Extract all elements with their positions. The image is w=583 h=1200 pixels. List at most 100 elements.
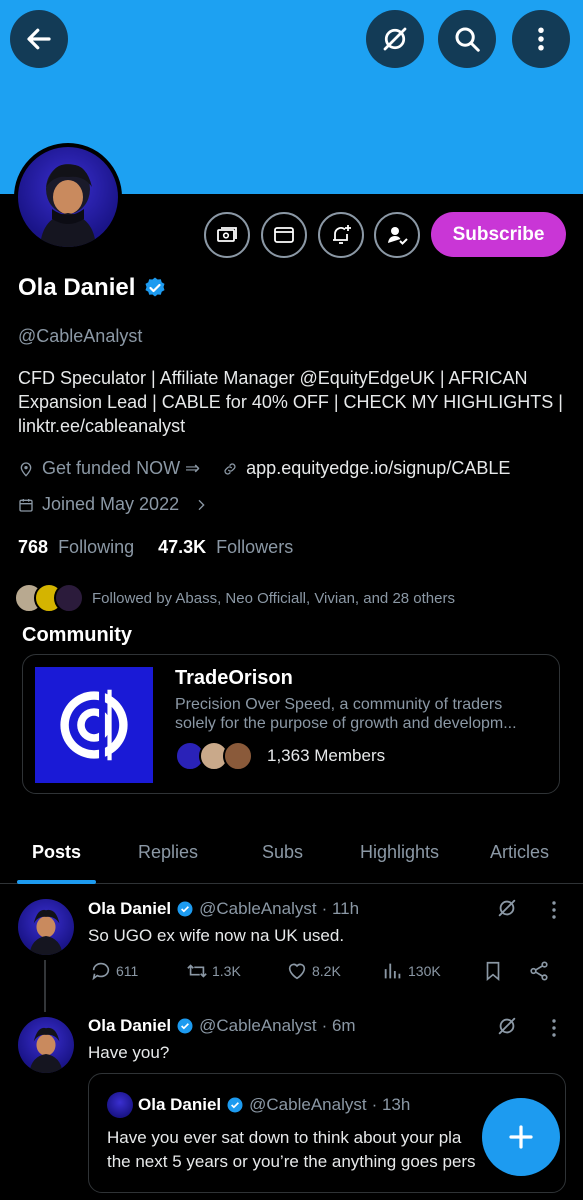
bookmark-button[interactable] — [482, 960, 504, 982]
repost-button[interactable]: 1.3K — [186, 960, 241, 982]
following-count: 768 — [18, 537, 49, 557]
post-author-handle[interactable]: @CableAnalyst — [199, 1016, 316, 1036]
avatar — [54, 583, 84, 613]
more-vertical-icon[interactable] — [551, 1018, 557, 1038]
profile-location: Get funded NOW ⇒ — [42, 458, 201, 478]
verified-badge-icon — [177, 901, 193, 917]
profile-joined: Joined May 2022 — [42, 494, 180, 514]
following-link[interactable]: 768 Following — [18, 537, 134, 558]
back-button[interactable] — [10, 10, 68, 68]
user-check-icon — [388, 227, 408, 245]
profile-website-link[interactable]: app.equityedge.io/signup/CABLE — [246, 458, 510, 479]
share-button[interactable] — [528, 960, 550, 982]
profile-joined-row[interactable]: Joined May 2022 — [18, 494, 209, 515]
following-status-button[interactable] — [374, 212, 420, 258]
views-icon — [384, 963, 401, 979]
avatar-illustration — [29, 1027, 63, 1073]
verified-badge-icon — [177, 1018, 193, 1034]
followers-link[interactable]: 47.3K Followers — [158, 537, 293, 558]
tab-posts[interactable]: Posts — [32, 842, 81, 863]
post-author-name[interactable]: Ola Daniel — [88, 899, 171, 919]
arrow-left-icon — [27, 28, 51, 50]
reply-count: 611 — [116, 963, 139, 979]
followers-count: 47.3K — [158, 537, 207, 557]
message-button[interactable] — [261, 212, 307, 258]
plus-icon — [509, 1125, 533, 1149]
post-header: Ola Daniel @CableAnalyst · 11h — [88, 899, 359, 919]
profile-tabs: Posts Replies Subs Highlights Articles — [0, 830, 583, 884]
quoted-post-header: Ola Daniel @CableAnalyst · 13h — [107, 1092, 410, 1118]
calendar-icon — [19, 498, 33, 512]
avatar — [107, 1092, 133, 1118]
money-icon — [217, 227, 237, 242]
like-count: 8.2K — [312, 963, 341, 979]
notifications-button[interactable] — [318, 212, 364, 258]
views-button[interactable]: 130K — [382, 960, 441, 982]
more-options-button[interactable] — [512, 10, 570, 68]
active-tab-indicator — [17, 880, 96, 884]
more-vertical-icon[interactable] — [551, 900, 557, 920]
share-icon — [530, 961, 548, 981]
quoted-post-time: · 13h — [371, 1095, 411, 1114]
community-members-row: 1,363 Members — [175, 741, 385, 771]
tab-replies[interactable]: Replies — [138, 842, 198, 863]
profile-avatar[interactable] — [14, 143, 122, 251]
bookmark-icon — [486, 961, 500, 982]
tab-highlights[interactable]: Highlights — [360, 842, 439, 863]
community-name: TradeOrison — [175, 667, 293, 689]
repost-icon — [187, 964, 207, 978]
follow-stats: 768 Following 47.3K Followers — [18, 537, 293, 558]
mail-icon — [274, 227, 294, 243]
post-text: Have you? — [88, 1043, 170, 1062]
profile-name: Ola Daniel — [18, 274, 136, 301]
heart-icon — [288, 963, 306, 980]
followed-by-row[interactable]: Followed by Abass, Neo Officiall, Vivian… — [14, 583, 455, 613]
post-time: · 11h — [321, 899, 360, 918]
reply-button[interactable]: 611 — [90, 960, 138, 982]
quoted-author-name: Ola Daniel — [138, 1095, 222, 1114]
grok-icon — [383, 27, 407, 51]
community-members-count: 1,363 Members — [267, 746, 386, 765]
post-avatar[interactable] — [18, 1017, 74, 1073]
profile-meta-row: Get funded NOW ⇒ app.equityedge.io/signu… — [18, 458, 510, 479]
search-button[interactable] — [438, 10, 496, 68]
tab-subs[interactable]: Subs — [262, 842, 303, 863]
post-time: · 6m — [321, 1016, 356, 1035]
community-description: Precision Over Speed, a community of tra… — [175, 696, 517, 732]
community-section-title: Community — [22, 624, 132, 646]
like-button[interactable]: 8.2K — [286, 960, 341, 982]
following-label: Following — [58, 537, 135, 557]
tab-articles[interactable]: Articles — [490, 842, 549, 863]
subscribe-button[interactable]: Subscribe — [431, 212, 566, 257]
tip-button[interactable] — [204, 212, 250, 258]
chevron-right-icon — [198, 499, 205, 510]
grok-icon[interactable] — [496, 897, 518, 919]
post-avatar[interactable] — [18, 899, 74, 955]
followed-by-text: Followed by Abass, Neo Officiall, Vivian… — [92, 589, 455, 607]
more-vertical-icon — [538, 27, 544, 51]
compose-post-button[interactable] — [482, 1098, 560, 1176]
followers-label: Followers — [216, 537, 294, 557]
verified-badge-icon — [145, 277, 165, 297]
avatar-illustration — [40, 164, 96, 247]
post-actions: 611 1.3K 8.2K 130K — [88, 960, 558, 988]
profile-bio: CFD Speculator | Affiliate Manager @Equi… — [18, 368, 563, 436]
grok-button[interactable] — [366, 10, 424, 68]
grok-icon[interactable] — [496, 1015, 518, 1037]
search-icon — [455, 27, 480, 52]
avatar — [223, 741, 253, 771]
quoted-author-handle: @CableAnalyst — [249, 1095, 367, 1114]
post-text: So UGO ex wife now na UK used. — [88, 926, 345, 945]
reply-icon — [92, 962, 110, 981]
repost-count: 1.3K — [212, 963, 241, 979]
community-card[interactable]: TradeOrison Precision Over Speed, a comm… — [22, 654, 560, 794]
profile-name-row: Ola Daniel — [18, 274, 167, 302]
post-header: Ola Daniel @CableAnalyst · 6m — [88, 1016, 356, 1036]
followed-by-avatars — [14, 583, 84, 613]
avatar-illustration — [29, 909, 63, 955]
bell-plus-icon — [333, 225, 351, 244]
link-icon — [224, 462, 236, 475]
thread-line — [44, 960, 46, 1012]
post-author-name[interactable]: Ola Daniel — [88, 1016, 171, 1036]
post-author-handle[interactable]: @CableAnalyst — [199, 899, 316, 919]
